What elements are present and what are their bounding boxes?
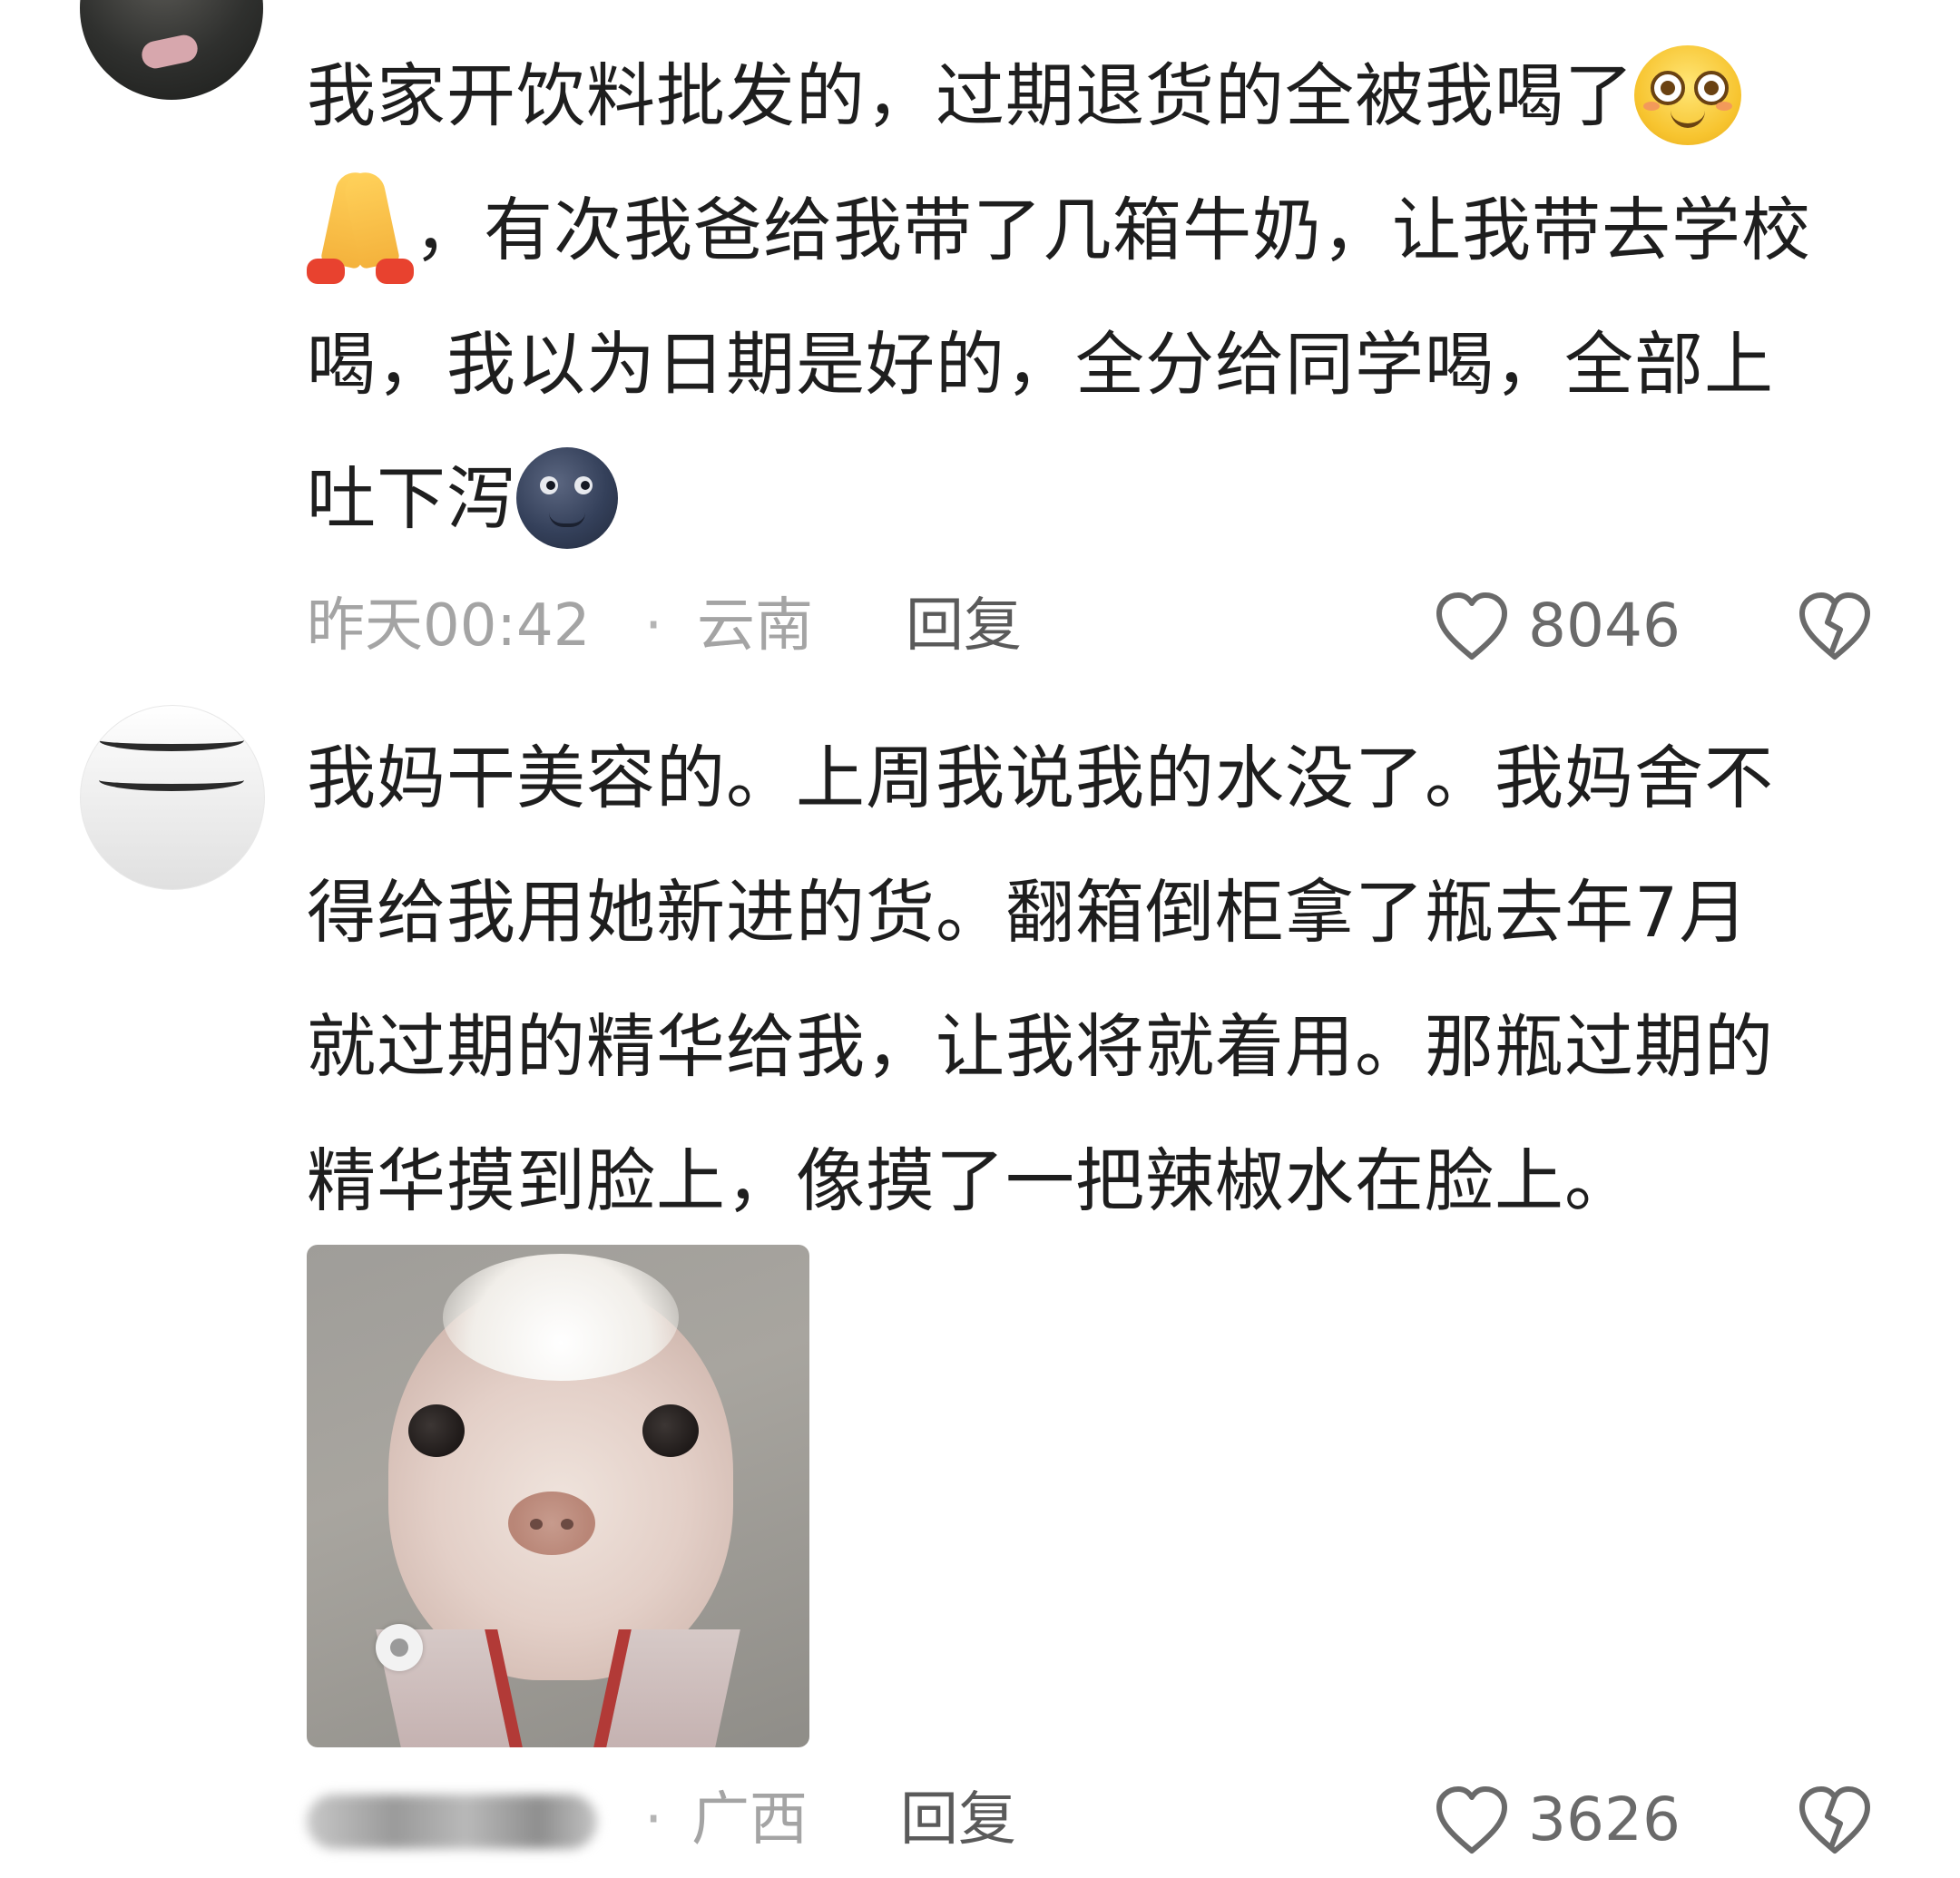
avatar-stripe-shape	[99, 769, 244, 791]
dog-shirt-shape	[593, 1629, 740, 1747]
new-moon-face-emoji	[516, 447, 618, 549]
meta-separator: ·	[644, 1786, 663, 1854]
comment-meta: · 广西 回复 3626	[307, 1775, 1913, 1865]
comment-time: 昨天00:42	[307, 592, 591, 660]
flushed-face-emoji	[1634, 45, 1741, 145]
reply-button[interactable]: 回复	[900, 1775, 1016, 1865]
avatar-hand-shape	[139, 32, 201, 72]
reply-button[interactable]: 回复	[906, 581, 1022, 671]
broken-heart-icon[interactable]	[1797, 1784, 1873, 1856]
dog-nose-shape	[508, 1492, 595, 1555]
user-avatar[interactable]	[80, 705, 265, 890]
broken-heart-icon[interactable]	[1797, 590, 1873, 662]
comment-region: 广西	[691, 1786, 808, 1854]
comment-line: 喝，我以为日期是好的，全分给同学喝，全部上	[307, 324, 1774, 405]
gif-indicator-icon	[376, 1624, 423, 1671]
folded-hands-emoji	[307, 169, 414, 284]
comment-line: ，有次我爸给我带了几箱牛奶，让我带去学校	[307, 163, 1904, 298]
comment-line: 就过期的精华给我，让我将就着用。那瓶过期的	[307, 1006, 1774, 1087]
comment-line: 精华摸到脸上，像摸了一把辣椒水在脸上。	[307, 1140, 1634, 1221]
meta-separator: ·	[644, 592, 663, 660]
blurred-time	[307, 1795, 597, 1849]
dog-eye-shape	[642, 1404, 699, 1457]
comment-line: 得给我用她新进的货。翻箱倒柜拿了瓶去年7月	[307, 872, 1749, 953]
comment-text: 我妈干美容的。上周我说我的水没了。我妈舍不 得给我用她新进的货。翻箱倒柜拿了瓶去…	[307, 711, 1904, 1248]
comment-region: 云南	[697, 592, 813, 660]
dog-eye-shape	[408, 1404, 465, 1457]
heart-icon[interactable]	[1434, 1784, 1510, 1856]
avatar-stripe-shape	[99, 729, 244, 751]
dog-meme-image[interactable]	[307, 1245, 809, 1747]
comment-line: 吐下泻	[307, 432, 1904, 566]
like-count: 3626	[1528, 1785, 1681, 1854]
comment-line: 我家开饮料批发的，过期退货的全被我喝了	[307, 29, 1904, 163]
dog-hair-tuft-shape	[443, 1254, 679, 1381]
user-avatar[interactable]	[80, 0, 263, 100]
comment-line: 我妈干美容的。上周我说我的水没了。我妈舍不	[307, 738, 1774, 818]
heart-icon[interactable]	[1434, 590, 1510, 662]
like-count: 8046	[1528, 591, 1681, 660]
comment-text: 我家开饮料批发的，过期退货的全被我喝了 ，有次我爸给我带了几箱牛奶，让我带去学校…	[307, 29, 1904, 566]
comment-meta: 昨天00:42 · 云南 回复 8046	[307, 581, 1913, 671]
